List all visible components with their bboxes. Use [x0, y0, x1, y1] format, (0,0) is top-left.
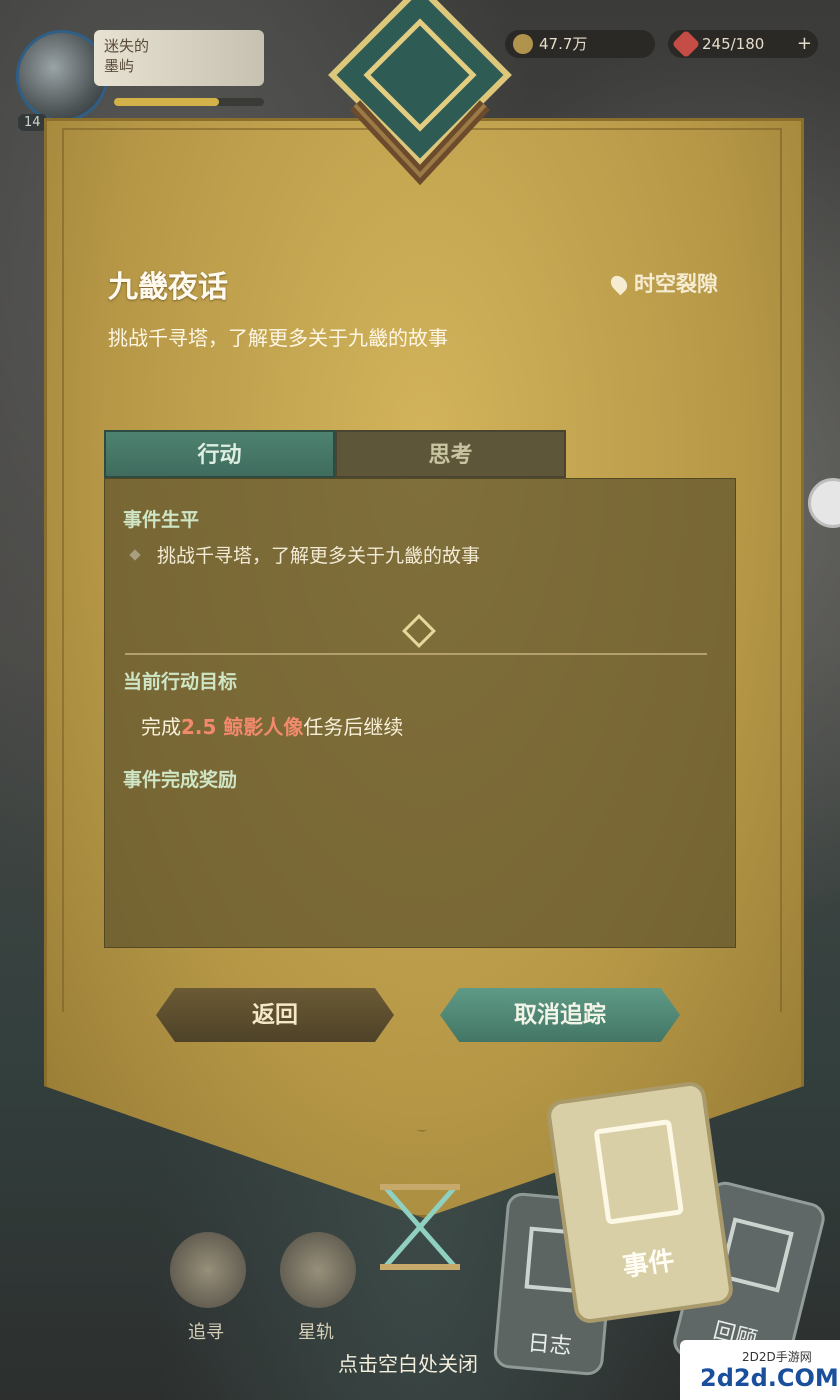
close-hint: 点击空白处关闭 — [338, 1352, 478, 1376]
heart-icon — [671, 29, 701, 59]
reward-heading: 事件完成奖励 — [123, 769, 238, 791]
nav-orbit-label: 星轨 — [298, 1322, 334, 1343]
goal-text: 完成2.5 鲸影人像任务后继续 — [141, 711, 403, 740]
event-content: 事件生平 挑战千寻塔，了解更多关于九畿的故事 当前行动目标 完成2.5 鲸影人像… — [104, 478, 736, 948]
watermark-logo: 2d2d.COM — [700, 1364, 839, 1392]
stamina-value: 245/180 — [702, 35, 765, 53]
watermark-small: 2D2D手游网 — [742, 1350, 812, 1364]
coin-icon — [513, 34, 533, 54]
untrack-button[interactable]: 取消追踪 — [440, 988, 680, 1042]
divider-diamond-icon — [402, 614, 436, 648]
section-divider — [125, 653, 707, 655]
tab-think[interactable]: 思考 — [335, 430, 566, 478]
event-subtitle: 挑战千寻塔，了解更多关于九畿的故事 — [108, 326, 448, 350]
bio-item: 挑战千寻塔，了解更多关于九畿的故事 — [129, 541, 481, 568]
player-name-line1: 迷失的 — [104, 37, 150, 55]
site-watermark: 2D2D手游网 2d2d.COM — [680, 1340, 840, 1400]
player-level: 14 — [18, 114, 47, 131]
diamond-bullet-icon — [129, 549, 141, 561]
event-emblem-icon — [328, 0, 512, 200]
event-card[interactable]: 事件 — [545, 1079, 735, 1326]
nav-pursuit-icon[interactable] — [170, 1232, 246, 1308]
tab-action[interactable]: 行动 — [104, 430, 335, 478]
log-label: 日志 — [526, 1330, 573, 1360]
goal-heading: 当前行动目标 — [123, 671, 238, 693]
goal-highlight[interactable]: 2.5 鲸影人像 — [181, 715, 303, 739]
event-label: 事件 — [620, 1245, 677, 1283]
add-stamina-button[interactable]: + — [797, 30, 812, 58]
exp-bar — [114, 98, 264, 106]
hourglass-icon[interactable] — [380, 1182, 460, 1272]
exp-fill — [114, 98, 219, 106]
back-button[interactable]: 返回 — [156, 988, 394, 1042]
coin-value: 47.7万 — [539, 35, 588, 53]
location-label: 时空裂隙 — [634, 272, 718, 296]
goal-prefix: 完成 — [141, 715, 181, 739]
nav-orbit-icon[interactable] — [280, 1232, 356, 1308]
player-name-plate: 迷失的 墨屿 — [94, 30, 264, 86]
event-tabs: 行动 思考 — [104, 430, 566, 478]
player-hud[interactable]: 迷失的 墨屿 14 — [10, 10, 270, 131]
location-pin-icon — [607, 272, 631, 296]
stamina-counter[interactable]: 245/180 + — [668, 29, 818, 59]
bio-heading: 事件生平 — [123, 509, 200, 531]
emblem-chevron — [350, 100, 490, 186]
document-check-icon — [593, 1118, 685, 1225]
bio-item-text: 挑战千寻塔，了解更多关于九畿的故事 — [157, 545, 481, 567]
coin-counter[interactable]: 47.7万 — [505, 30, 655, 58]
player-name-line2: 墨屿 — [104, 57, 135, 75]
event-location[interactable]: 时空裂隙 — [607, 268, 718, 298]
event-title: 九畿夜话 — [108, 270, 228, 305]
nav-pursuit-label: 追寻 — [188, 1322, 224, 1343]
goal-suffix: 任务后继续 — [303, 715, 404, 739]
